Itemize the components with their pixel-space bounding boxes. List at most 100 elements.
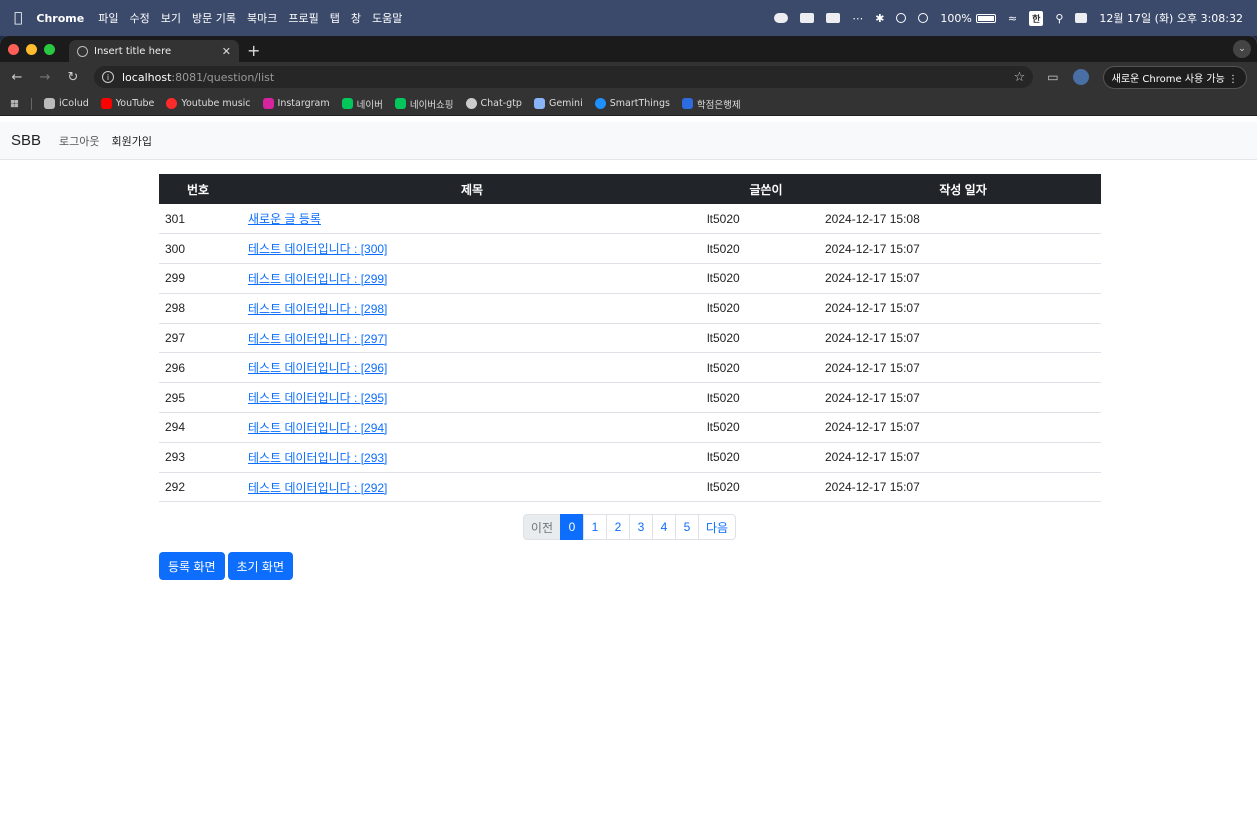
- menubar-item-profile[interactable]: 프로필: [288, 10, 318, 26]
- row-title-cell: 새로운 글 등록: [237, 204, 707, 235]
- screen-mirroring-icon[interactable]: [826, 13, 841, 23]
- row-num-cell: 299: [159, 263, 237, 294]
- bookmarks-bar: ▦ iColud YouTube Youtube music Instargra…: [0, 92, 1257, 116]
- row-num-cell: 297: [159, 323, 237, 354]
- tab-strip: Insert title here ✕ + ⌄: [0, 36, 1257, 62]
- spotlight-icon[interactable]: ⚲: [1055, 12, 1063, 25]
- home-page-button[interactable]: 초기 화면: [227, 552, 293, 581]
- page-button-1[interactable]: 1: [583, 514, 607, 541]
- question-link[interactable]: 테스트 데이터입니다 : [296]: [248, 361, 387, 375]
- bookmark-naver[interactable]: 네이버: [341, 97, 383, 111]
- site-info-icon[interactable]: i: [102, 71, 114, 83]
- chrome-update-button[interactable]: 새로운 Chrome 사용 가능 ⋮: [1102, 65, 1247, 89]
- forward-arrow-icon[interactable]: →: [38, 70, 52, 85]
- table-row: 292 테스트 데이터입니다 : [292] lt5020 2024-12-17 15…: [159, 472, 1101, 503]
- table-header-row: 번호 제목 글쓴이 작성 일자: [159, 174, 1101, 204]
- close-tab-icon[interactable]: ✕: [222, 45, 231, 58]
- apple-icon[interactable]: : [14, 10, 22, 26]
- menubar-app-name[interactable]: Chrome: [36, 12, 84, 25]
- browser-tab[interactable]: Insert title here ✕: [69, 40, 239, 62]
- bookmark-smartthings[interactable]: SmartThings: [594, 98, 670, 109]
- bookmark-youtube[interactable]: YouTube: [100, 98, 154, 109]
- bookmark-instagram[interactable]: Instargram: [262, 98, 330, 109]
- naver-shopping-icon: [394, 98, 406, 109]
- input-source-icon[interactable]: 한: [1029, 10, 1044, 26]
- question-link[interactable]: 새로운 글 등록: [248, 212, 321, 226]
- control-center-icon[interactable]: [1075, 13, 1088, 23]
- question-link[interactable]: 테스트 데이터입니다 : [299]: [248, 272, 387, 286]
- row-author-cell: lt5020: [707, 233, 825, 265]
- question-link[interactable]: 테스트 데이터입니다 : [293]: [248, 451, 387, 465]
- row-date-cell: 2024-12-17 15:07: [825, 352, 1101, 384]
- menubar-item-help[interactable]: 도움말: [372, 10, 402, 26]
- wifi-icon[interactable]: ≈: [1008, 12, 1017, 25]
- menubar-item-bookmarks[interactable]: 북마크: [247, 10, 277, 26]
- bookmark-chatgpt[interactable]: Chat-gtp: [465, 98, 522, 109]
- menubar-item-tab[interactable]: 탭: [330, 10, 340, 26]
- bookmarks-divider: [30, 97, 32, 110]
- apps-grid-icon[interactable]: ▦: [10, 98, 19, 109]
- bluetooth-icon[interactable]: ✱: [875, 12, 884, 25]
- minimize-window-button[interactable]: [26, 43, 37, 55]
- signup-link[interactable]: 회원가입: [112, 133, 152, 149]
- question-link[interactable]: 테스트 데이터입니다 : [300]: [248, 242, 387, 256]
- bookmark-star-icon[interactable]: ☆: [1014, 70, 1026, 85]
- focus-icon[interactable]: [918, 13, 929, 23]
- battery-fill: [977, 15, 994, 21]
- question-link[interactable]: 테스트 데이터입니다 : [298]: [248, 302, 387, 316]
- profile-avatar[interactable]: [1072, 69, 1089, 85]
- apple-bookmark-icon: [43, 98, 55, 109]
- page-button-3[interactable]: 3: [629, 514, 653, 541]
- extensions-icon[interactable]: ▭: [1047, 70, 1058, 84]
- row-num-cell: 300: [159, 233, 237, 265]
- site-navbar: SBB 로그아웃 회원가입: [0, 122, 1257, 160]
- page-button-2[interactable]: 2: [606, 514, 630, 541]
- question-link[interactable]: 테스트 데이터입니다 : [292]: [248, 481, 387, 495]
- menubar-item-edit[interactable]: 수정: [129, 10, 149, 26]
- register-page-button[interactable]: 등록 화면: [159, 552, 225, 581]
- new-tab-button[interactable]: +: [247, 40, 260, 62]
- menubar-item-window[interactable]: 창: [351, 10, 361, 26]
- prev-page-button[interactable]: 이전: [522, 514, 561, 541]
- close-window-button[interactable]: [8, 43, 19, 55]
- navbar-brand[interactable]: SBB: [11, 132, 41, 149]
- row-num-cell: 301: [159, 204, 237, 235]
- bookmark-gemini[interactable]: Gemini: [533, 98, 583, 109]
- table-row: 295 테스트 데이터입니다 : [295] lt5020 2024-12-17 15…: [159, 382, 1101, 414]
- question-list-container: 번호 제목 글쓴이 작성 일자 301 새로운 글 등록 lt5020 2024-12…: [159, 174, 1101, 581]
- row-author-cell: lt5020: [707, 382, 825, 414]
- page-button-4[interactable]: 4: [652, 514, 676, 541]
- menubar-item-file[interactable]: 파일: [98, 10, 118, 26]
- row-date-cell: 2024-12-17 15:07: [825, 323, 1101, 354]
- airdrop-icon[interactable]: [896, 13, 907, 23]
- bookmark-youtube-music[interactable]: Youtube music: [166, 98, 251, 109]
- question-link[interactable]: 테스트 데이터입니다 : [295]: [248, 391, 387, 405]
- question-link[interactable]: 테스트 데이터입니다 : [297]: [248, 332, 387, 346]
- next-page-button[interactable]: 다음: [698, 514, 737, 541]
- menubar-item-view[interactable]: 보기: [161, 10, 181, 26]
- page-button-5[interactable]: 5: [675, 514, 699, 541]
- row-author-cell: lt5020: [707, 442, 825, 473]
- cloud-icon[interactable]: [774, 13, 789, 23]
- dots-icon[interactable]: ⋯: [852, 12, 863, 25]
- reload-icon[interactable]: ↻: [66, 70, 80, 85]
- bookmark-credit-bank[interactable]: 학점은행제: [681, 97, 741, 111]
- back-arrow-icon[interactable]: ←: [10, 70, 24, 85]
- bookmark-naver-shopping[interactable]: 네이버쇼핑: [394, 97, 454, 111]
- bookmark-label: 네이버쇼핑: [409, 99, 454, 111]
- table-body: 301 새로운 글 등록 lt5020 2024-12-17 15:08 300 테스트 …: [159, 204, 1101, 503]
- menubar-item-history[interactable]: 방문 기록: [192, 10, 236, 26]
- header-date: 작성 일자: [939, 182, 987, 197]
- maximize-window-button[interactable]: [44, 43, 55, 55]
- page-button-0[interactable]: 0: [560, 514, 584, 541]
- address-bar[interactable]: i localhost:8081/question/list ☆: [94, 66, 1034, 88]
- tab-search-icon[interactable]: ⌄: [1233, 40, 1251, 58]
- question-link[interactable]: 테스트 데이터입니다 : [294]: [248, 421, 387, 435]
- url-host: localhost: [122, 70, 172, 84]
- display-icon[interactable]: [800, 13, 815, 23]
- row-date-cell: 2024-12-17 15:08: [825, 204, 1101, 235]
- logout-link[interactable]: 로그아웃: [59, 133, 99, 149]
- menubar-clock[interactable]: 12월 17일 (화) 오후 3:08:32: [1099, 10, 1243, 26]
- bookmark-icloud[interactable]: iColud: [43, 98, 89, 109]
- battery-indicator[interactable]: 100%: [940, 12, 996, 25]
